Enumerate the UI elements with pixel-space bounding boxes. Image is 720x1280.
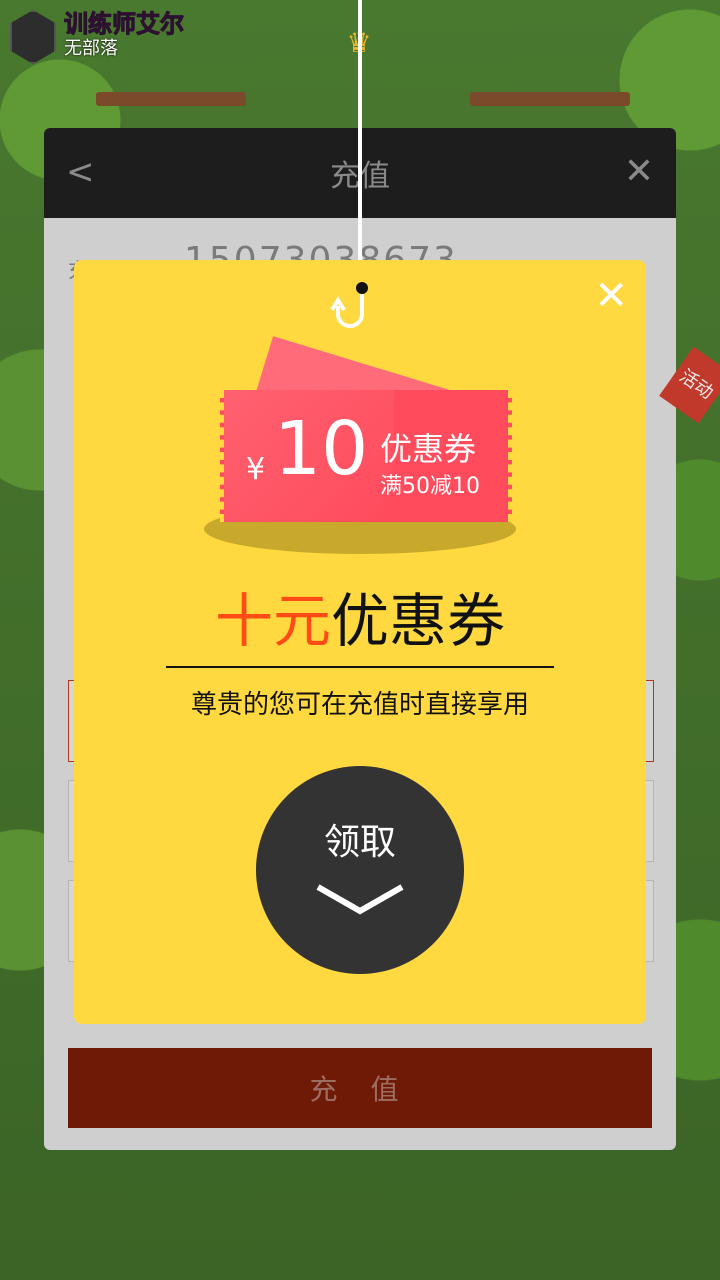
recharge-button[interactable]: 充 值 (68, 1048, 652, 1128)
hanging-string (358, 0, 362, 290)
divider (166, 666, 554, 668)
claim-button[interactable]: 领取 (256, 766, 464, 974)
coupon-modal: ✕ ¥ 10 优惠券 满50减10 十元优惠券 尊贵的您可在充值时直接享用 领取 (74, 260, 646, 1024)
coupon-amount: 10 (274, 406, 369, 492)
claim-label: 领取 (323, 822, 396, 863)
chevron-down-icon (316, 884, 404, 915)
fence (96, 92, 246, 106)
hook-icon (330, 282, 368, 328)
close-icon[interactable]: ✕ (594, 274, 628, 318)
clan-badge-icon (10, 10, 56, 64)
fence (470, 92, 630, 106)
chevron-left-icon[interactable]: < (66, 152, 95, 192)
player-clan: 无部落 (64, 38, 118, 59)
ticket-front: ¥ 10 优惠券 满50减10 (220, 390, 512, 522)
coupon-label: 优惠券 (380, 430, 477, 468)
headline-rest: 优惠券 (331, 587, 506, 655)
close-icon[interactable]: ✕ (624, 152, 654, 192)
headline-accent: 十元 (214, 587, 331, 655)
coupon-ticket: ¥ 10 优惠券 满50减10 (204, 336, 524, 564)
currency-symbol: ¥ (246, 452, 266, 487)
player-info: 训练师艾尔 无部落 (10, 10, 185, 64)
coupon-subline: 尊贵的您可在充值时直接享用 (190, 690, 529, 720)
coupon-rule: 满50减10 (380, 474, 480, 499)
coupon-headline: 十元优惠券 (74, 586, 646, 656)
player-name: 训练师艾尔 (64, 10, 185, 39)
